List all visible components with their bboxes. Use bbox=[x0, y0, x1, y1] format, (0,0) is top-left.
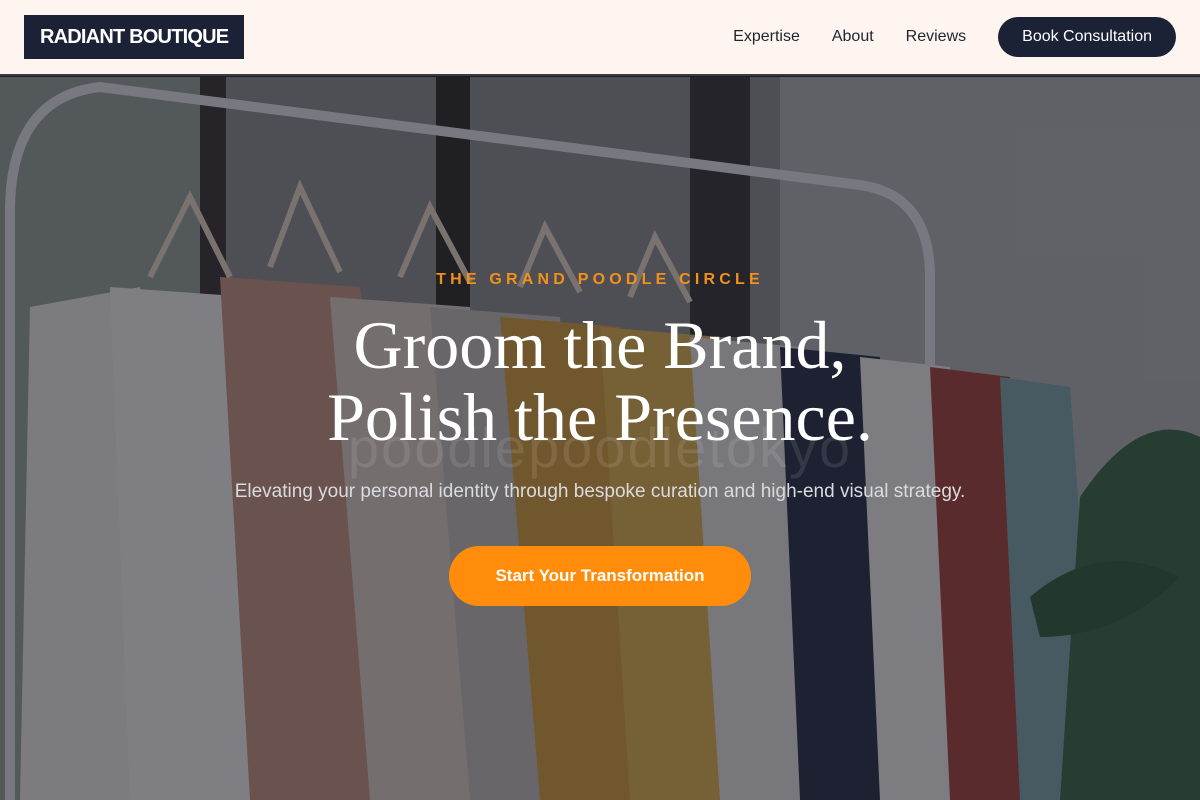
hero-section: THE GRAND POODLE CIRCLE poodlepoodletoky… bbox=[0, 77, 1200, 800]
book-consultation-button[interactable]: Book Consultation bbox=[998, 17, 1176, 57]
brand-logo[interactable]: RADIANT BOUTIQUE bbox=[24, 15, 245, 59]
site-header: RADIANT BOUTIQUE Expertise About Reviews… bbox=[0, 0, 1200, 76]
hero-headline: Groom the Brand, Polish the Presence. bbox=[0, 309, 1200, 453]
nav-link-about[interactable]: About bbox=[832, 28, 874, 46]
start-transformation-button[interactable]: Start Your Transformation bbox=[449, 546, 751, 606]
hero-headline-line-1: Groom the Brand, bbox=[353, 307, 847, 383]
main-nav: Expertise About Reviews Book Consultatio… bbox=[733, 17, 1176, 57]
hero-subheadline: Elevating your personal identity through… bbox=[234, 481, 966, 502]
hero-headline-line-2: Polish the Presence. bbox=[327, 379, 873, 455]
nav-link-reviews[interactable]: Reviews bbox=[906, 28, 966, 46]
hero-content: THE GRAND POODLE CIRCLE poodlepoodletoky… bbox=[0, 77, 1200, 800]
hero-eyebrow: THE GRAND POODLE CIRCLE bbox=[436, 271, 764, 288]
nav-link-expertise[interactable]: Expertise bbox=[733, 28, 800, 46]
